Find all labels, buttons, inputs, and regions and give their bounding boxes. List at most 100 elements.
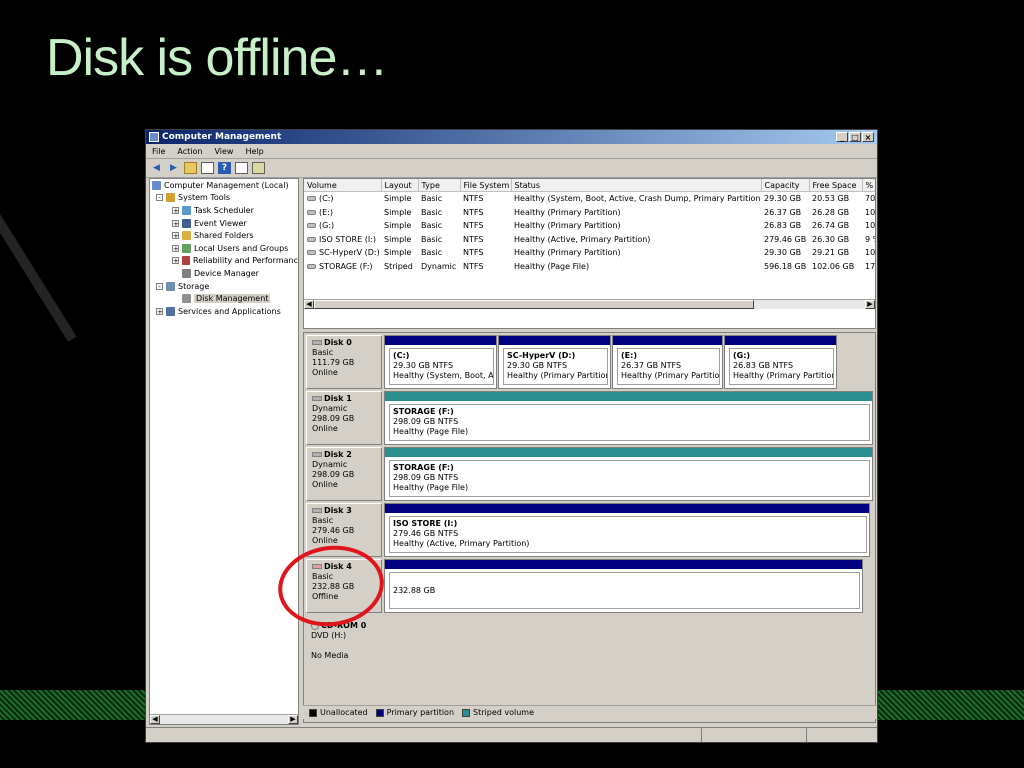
tree-item[interactable]: + Reliability and Performanc	[150, 255, 298, 268]
expand-icon[interactable]: +	[172, 232, 179, 240]
column-header[interactable]: Free Space	[809, 179, 863, 192]
table-row[interactable]: (G:) Simple Basic NTFS Healthy (Primary Part…	[304, 219, 875, 233]
partition-block[interactable]: STORAGE (F:) 298.09 GB NTFS Healthy (Page …	[384, 447, 873, 501]
disk-label[interactable]: Disk 1 Dynamic 298.09 GB Online	[306, 391, 382, 445]
up-folder-icon[interactable]	[184, 162, 197, 174]
cell-text: (E:)	[319, 207, 333, 217]
tree-item[interactable]: Device Manager	[150, 267, 298, 280]
scroll-right-icon[interactable]: ▶	[288, 715, 298, 724]
table-cell: 9 %	[862, 233, 875, 247]
partition-size: 232.88 GB	[393, 585, 436, 595]
partition-size: 279.46 GB NTFS	[393, 529, 459, 538]
partition-status: Healthy (System, Boot, Ac	[393, 371, 494, 380]
tree-item[interactable]: + Event Viewer	[150, 217, 298, 230]
expand-icon[interactable]: +	[172, 206, 179, 214]
table-row[interactable]: (E:) Simple Basic NTFS Healthy (Primary Part…	[304, 206, 875, 220]
cdrom-type: DVD (H:)	[311, 631, 347, 640]
expand-icon[interactable]: +	[172, 219, 179, 227]
partition-block[interactable]: (G:) 26.83 GB NTFS Healthy (Primary Partit…	[724, 335, 837, 389]
maximize-button[interactable]: □	[849, 132, 861, 142]
settings-icon[interactable]	[252, 162, 265, 174]
tree-item[interactable]: - Storage	[150, 280, 298, 293]
back-icon[interactable]: ◀	[150, 162, 163, 174]
table-cell: (C:)	[304, 192, 381, 206]
partition-block[interactable]: (E:) 26.37 GB NTFS Healthy (Primary Partit…	[612, 335, 723, 389]
expand-icon[interactable]: +	[172, 257, 179, 265]
expand-icon[interactable]: +	[156, 307, 163, 315]
tree-item[interactable]: + Local Users and Groups	[150, 242, 298, 255]
partition-block[interactable]: (C:) 29.30 GB NTFS Healthy (System, Boot, …	[384, 335, 497, 389]
legend-swatch	[309, 708, 317, 717]
partition-block[interactable]: STORAGE (F:) 298.09 GB NTFS Healthy (Page …	[384, 391, 873, 445]
forward-icon[interactable]: ▶	[167, 162, 180, 174]
collapse-icon[interactable]: -	[156, 194, 163, 202]
column-header[interactable]: Volume	[304, 179, 382, 192]
status-bar	[146, 727, 877, 742]
tree-item[interactable]: + Shared Folders	[150, 229, 298, 242]
expand-icon[interactable]: +	[172, 244, 179, 252]
table-cell: (G:)	[304, 219, 381, 233]
disk-label[interactable]: Disk 2 Dynamic 298.09 GB Online	[306, 447, 382, 501]
table-cell: 596.18 GB	[761, 260, 809, 274]
table-cell: NTFS	[460, 192, 511, 206]
scroll-left-icon[interactable]: ◀	[304, 300, 314, 309]
column-header[interactable]: Layout	[381, 179, 419, 192]
table-cell: Healthy (Primary Partition)	[511, 246, 761, 260]
column-header[interactable]: Capacity	[761, 179, 810, 192]
minimize-button[interactable]: _	[836, 132, 848, 142]
partition-block[interactable]: ISO STORE (I:) 279.46 GB NTFS Healthy (Act…	[384, 503, 870, 557]
table-row[interactable]: SC-HyperV (D:) Simple Basic NTFS Healthy (Pr…	[304, 246, 875, 260]
cell-text: 20.53 GB	[812, 194, 850, 204]
window-titlebar[interactable]: Computer Management _ □ ×	[146, 130, 877, 144]
cell-text: Simple	[384, 194, 412, 204]
column-header[interactable]: Type	[418, 179, 461, 192]
partition-type-bar	[385, 504, 869, 513]
column-header[interactable]: File System	[460, 179, 512, 192]
tree-item[interactable]: + Services and Applications	[150, 305, 298, 318]
legend-swatch	[462, 708, 471, 717]
table-row[interactable]: (C:) Simple Basic NTFS Healthy (System, Boot…	[304, 192, 875, 206]
show-hide-tree-icon[interactable]	[201, 162, 214, 174]
scroll-thumb[interactable]	[314, 300, 754, 309]
table-row[interactable]: ISO STORE (I:) Simple Basic NTFS Healthy (Ac…	[304, 233, 875, 247]
scroll-left-icon[interactable]: ◀	[150, 715, 160, 724]
column-header[interactable]: %	[862, 179, 875, 192]
disk-name-line: Disk 3	[312, 506, 376, 516]
disk-name: Disk 1	[324, 394, 352, 403]
partition-name: STORAGE (F:)	[393, 463, 454, 472]
cell-text: 26.74 GB	[812, 221, 850, 231]
table-cell: Healthy (Page File)	[511, 260, 761, 274]
tree-scrollbar[interactable]: ◀ ▶	[150, 714, 298, 724]
users-icon	[182, 243, 191, 253]
menu-action[interactable]: Action	[177, 147, 202, 156]
partition-size: 29.30 GB NTFS	[393, 361, 454, 370]
disk-label[interactable]: Disk 0 Basic 111.79 GB Online	[306, 335, 382, 389]
properties-icon[interactable]	[235, 162, 248, 174]
menu-file[interactable]: File	[152, 147, 165, 156]
menu-help[interactable]: Help	[245, 147, 263, 156]
tree-item[interactable]: + Task Scheduler	[150, 204, 298, 217]
scroll-right-icon[interactable]: ▶	[865, 300, 875, 309]
tree-item-label: Disk Management	[194, 294, 271, 304]
collapse-icon[interactable]: -	[156, 282, 163, 290]
partition-block[interactable]: 232.88 GB	[384, 559, 863, 613]
partition-block[interactable]: SC-HyperV (D:) 29.30 GB NTFS Healthy (Prim…	[498, 335, 611, 389]
tree-item-label: Local Users and Groups	[194, 243, 289, 253]
menu-view[interactable]: View	[214, 147, 233, 156]
table-row[interactable]: STORAGE (F:) Striped Dynamic NTFS Healthy (P…	[304, 260, 875, 274]
table-cell: 102.06 GB	[809, 260, 862, 274]
tree-item[interactable]: Computer Management (Local)	[150, 179, 298, 192]
cdrom-label[interactable]: CD-ROM 0 DVD (H:) No Media	[306, 619, 382, 674]
tree-item[interactable]: Disk Management	[150, 292, 298, 305]
tree-item[interactable]: - System Tools	[150, 192, 298, 205]
column-header[interactable]: Status	[511, 179, 762, 192]
slide-title: Disk is offline…	[46, 29, 388, 87]
disk-size: 279.46 GB	[312, 526, 355, 535]
cell-text: 26.37 GB	[764, 207, 802, 217]
help-icon[interactable]: ?	[218, 162, 231, 174]
close-button[interactable]: ×	[862, 132, 874, 142]
drive-icon	[307, 263, 316, 269]
table-cell: NTFS	[460, 260, 511, 274]
cell-text: Healthy (System, Boot, Active, Crash Dum…	[514, 194, 761, 204]
volume-scrollbar[interactable]: ◀ ▶	[304, 299, 875, 309]
